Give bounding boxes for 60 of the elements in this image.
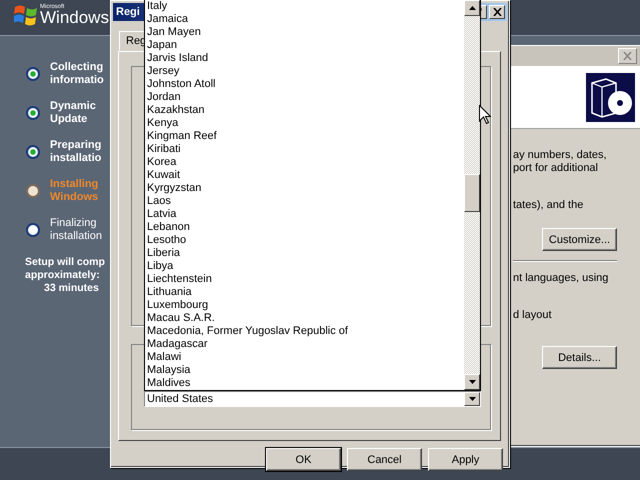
list-item[interactable]: Laos bbox=[147, 195, 464, 208]
time-estimate-text: approximately: bbox=[25, 269, 100, 282]
step-label: Installing Windows bbox=[50, 178, 98, 204]
list-item[interactable]: Madagascar bbox=[147, 338, 464, 351]
dialog-button[interactable]: Apply bbox=[428, 448, 503, 471]
dropdown-button[interactable] bbox=[464, 392, 480, 406]
windows-flag-icon bbox=[14, 4, 38, 26]
list-item[interactable]: Macedonia, Former Yugoslav Republic of bbox=[147, 325, 464, 338]
up-arrow-icon bbox=[468, 6, 476, 10]
time-estimate-text: 33 minutes bbox=[44, 282, 99, 295]
close-button[interactable] bbox=[489, 5, 505, 19]
step-label: Preparing installatio bbox=[50, 139, 102, 165]
down-arrow-icon bbox=[468, 380, 476, 384]
dialog-button[interactable]: Cancel bbox=[347, 448, 422, 471]
list-item[interactable]: Lithuania bbox=[147, 286, 464, 299]
scroll-up-button[interactable] bbox=[464, 0, 480, 16]
list-item[interactable]: Malawi bbox=[147, 351, 464, 364]
list-item[interactable]: Luxembourg bbox=[147, 299, 464, 312]
list-item[interactable]: Latvia bbox=[147, 208, 464, 221]
list-item[interactable]: Kenya bbox=[147, 117, 464, 130]
dialog-button[interactable]: Customize... bbox=[542, 228, 617, 251]
description-text: ay numbers, dates, port for additional bbox=[513, 149, 607, 175]
step-label: Dynamic Update bbox=[50, 100, 96, 126]
list-item[interactable]: Italy bbox=[147, 0, 464, 13]
list-item[interactable]: Jordan bbox=[147, 91, 464, 104]
dialog-button[interactable]: OK bbox=[266, 448, 341, 471]
dialog-button[interactable]: Details... bbox=[542, 346, 617, 369]
description-text: tates), and the bbox=[513, 199, 584, 212]
down-arrow-icon bbox=[468, 397, 476, 401]
description-text: nt languages, using bbox=[513, 272, 608, 285]
scrollbar[interactable] bbox=[464, 0, 480, 390]
list-item[interactable]: Liberia bbox=[147, 247, 464, 260]
close-icon bbox=[492, 8, 502, 16]
list-item[interactable]: Kyrgyzstan bbox=[147, 182, 464, 195]
list-item[interactable]: Kingman Reef bbox=[147, 130, 464, 143]
list-item[interactable]: Kiribati bbox=[147, 143, 464, 156]
list-item[interactable]: Lebanon bbox=[147, 221, 464, 234]
description-text: d layout bbox=[513, 309, 552, 322]
window-title: Regi bbox=[116, 6, 140, 18]
step-label: Finalizing installation bbox=[50, 217, 102, 243]
list-item[interactable]: Korea bbox=[147, 156, 464, 169]
time-estimate-text: Setup will comp bbox=[25, 256, 105, 269]
list-item[interactable]: Kazakhstan bbox=[147, 104, 464, 117]
list-item[interactable]: Maldives bbox=[147, 377, 464, 390]
list-item[interactable]: Malaysia bbox=[147, 364, 464, 377]
combo-box[interactable]: United States bbox=[144, 391, 481, 407]
list-item[interactable]: Kuwait bbox=[147, 169, 464, 182]
step-label: Collecting informatio bbox=[50, 61, 104, 87]
list-item[interactable]: Liechtenstein bbox=[147, 273, 464, 286]
scroll-thumb[interactable] bbox=[464, 174, 480, 212]
list-item[interactable]: Johnston Atoll bbox=[147, 78, 464, 91]
list-item[interactable]: Macau S.A.R. bbox=[147, 312, 464, 325]
logo-text: Windows bbox=[40, 9, 109, 26]
list-item[interactable]: Libya bbox=[147, 260, 464, 273]
list-item[interactable]: Jersey bbox=[147, 65, 464, 78]
list-item[interactable]: Lesotho bbox=[147, 234, 464, 247]
scroll-down-button[interactable] bbox=[464, 374, 480, 390]
list-item[interactable]: Jamaica bbox=[147, 13, 464, 26]
close-icon bbox=[623, 52, 632, 60]
list-item[interactable]: Jarvis Island bbox=[147, 52, 464, 65]
